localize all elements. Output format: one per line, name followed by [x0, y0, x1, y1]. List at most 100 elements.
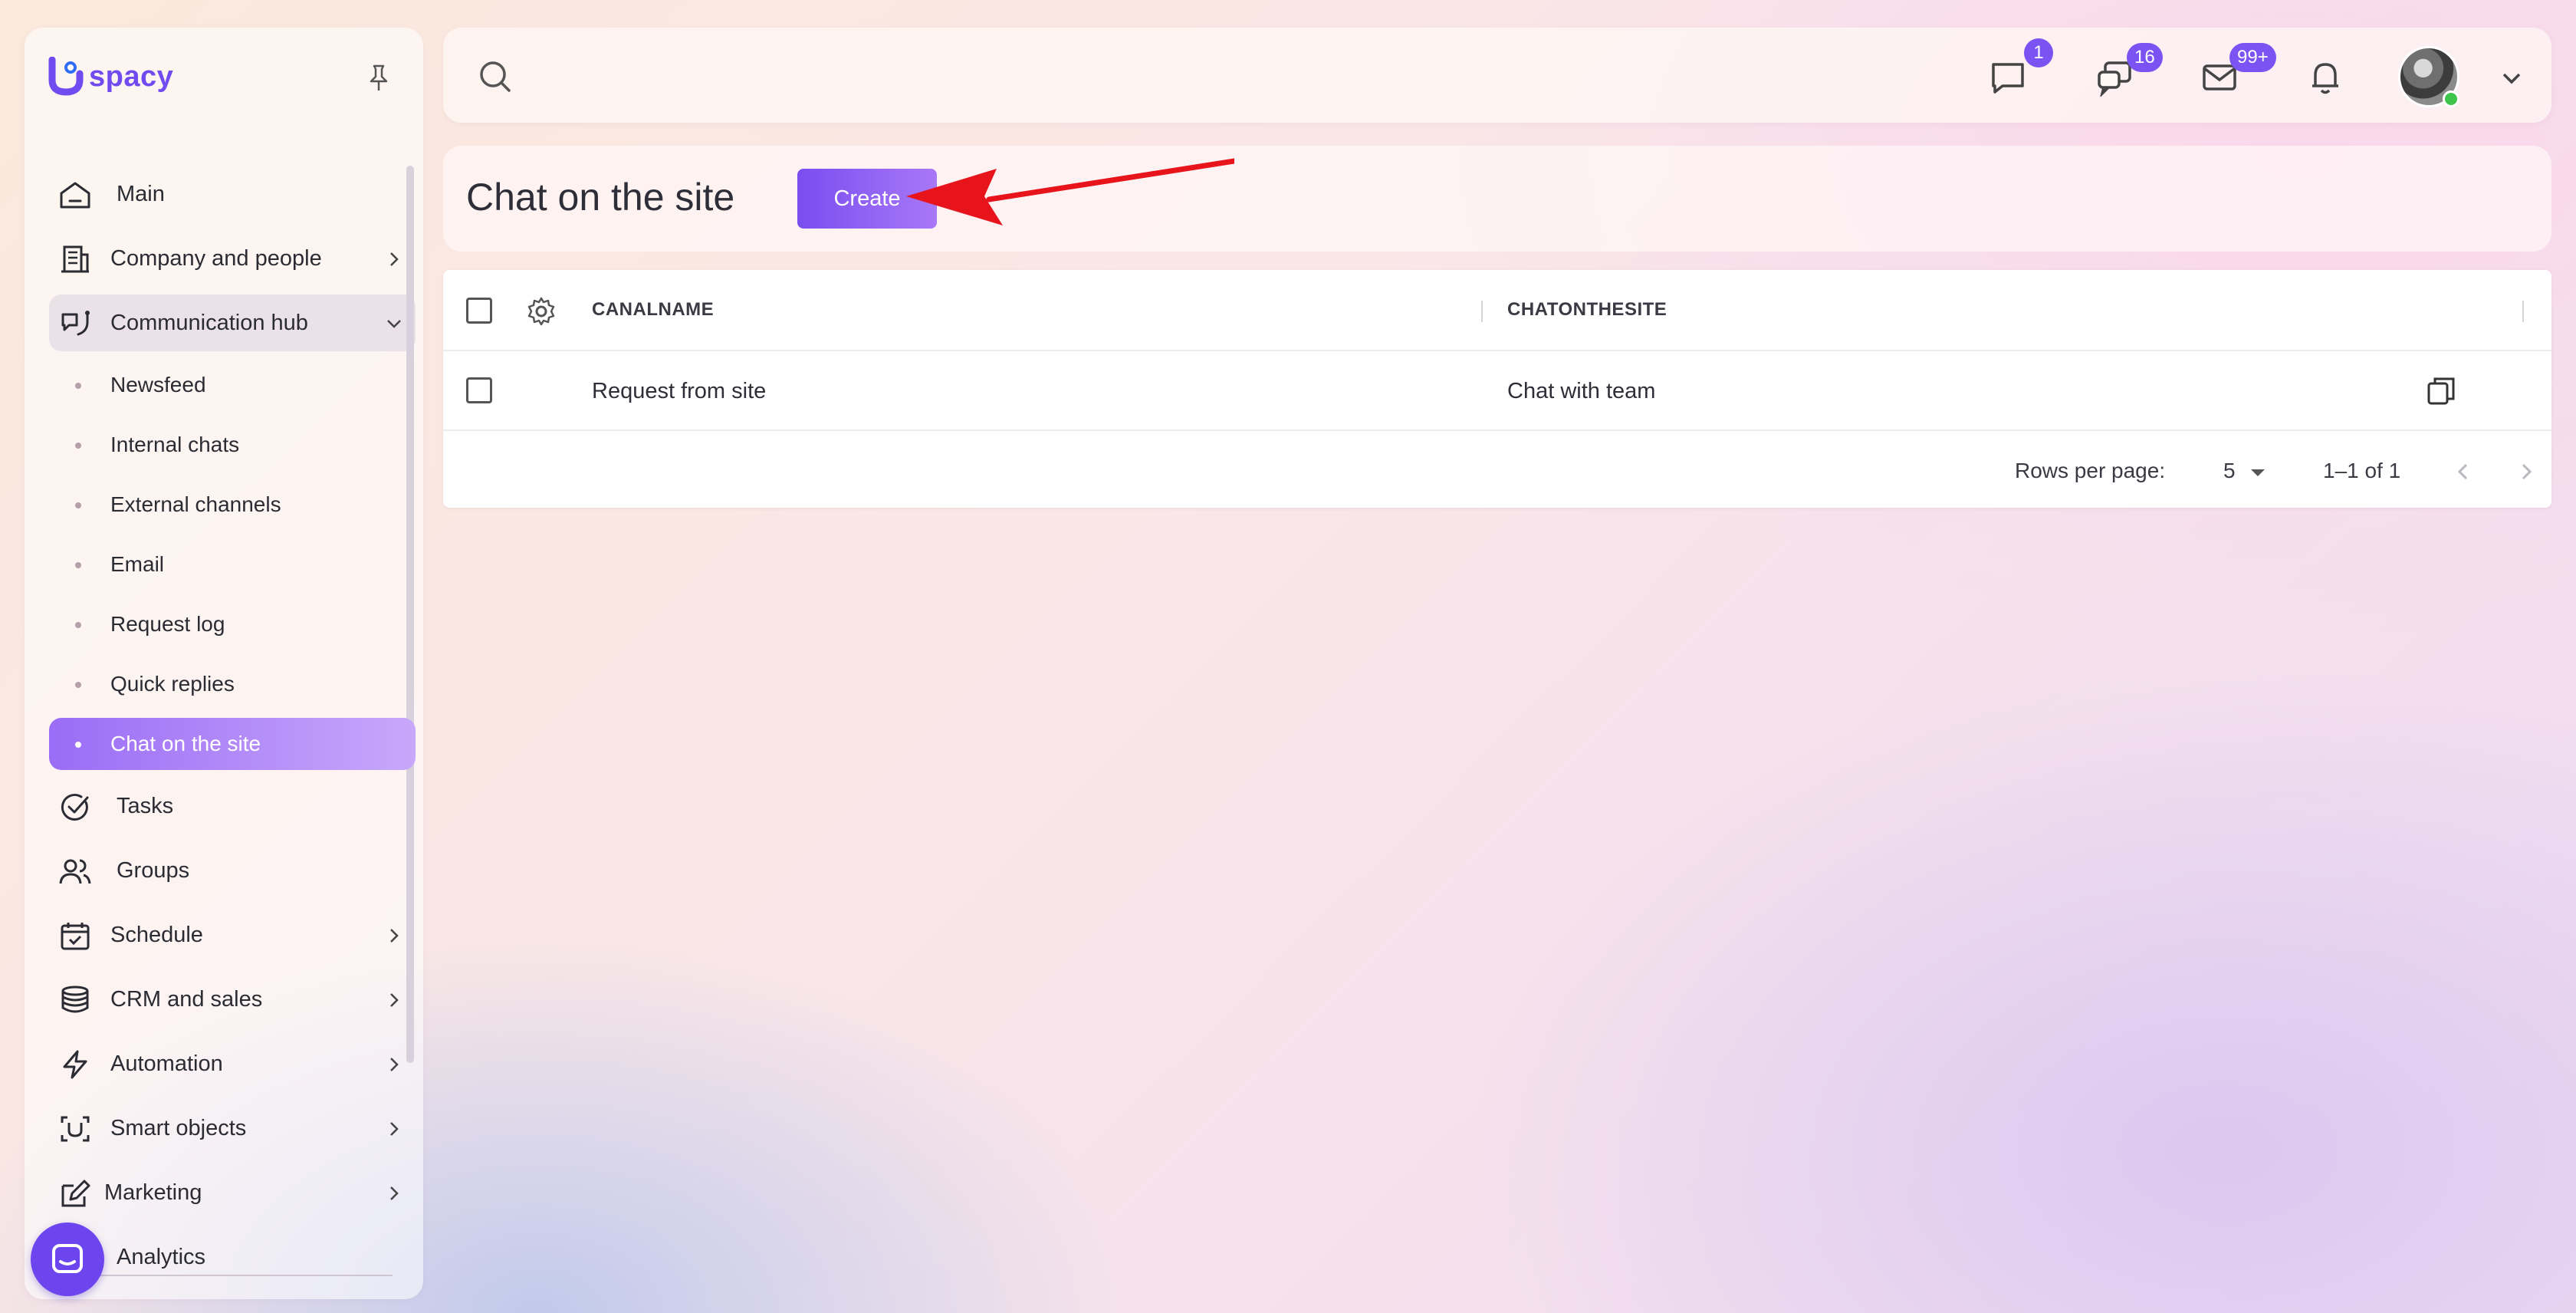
chevron-left-icon[interactable] [2452, 460, 2475, 483]
groups-icon [59, 859, 91, 884]
annotation-arrow [906, 158, 1234, 225]
data-table: CANALNAME CHATONTHESITE Request from sit… [443, 270, 2551, 508]
cell-canalname: Request from site [592, 379, 767, 403]
logo[interactable]: spacy [48, 57, 173, 97]
pagination: Rows per page: 5 1–1 of 1 [443, 431, 2551, 508]
sidebar-item-schedule[interactable]: Schedule [49, 907, 416, 963]
copy-icon[interactable] [2424, 374, 2458, 408]
database-icon [61, 986, 89, 1013]
logo-mark-icon [48, 57, 84, 96]
sidebar-item-label: Automation [110, 1051, 223, 1076]
sidebar-subitem-newsfeed[interactable]: Newsfeed [49, 359, 416, 411]
sidebar-subitem-label: Chat on the site [110, 732, 261, 755]
sidebar-item-company-and-people[interactable]: Company and people [49, 230, 416, 287]
column-header-canalname[interactable]: CANALNAME [592, 299, 714, 321]
table-header-row: CANALNAME CHATONTHESITE [443, 270, 2551, 351]
sidebar-subitem-label: External channels [110, 492, 281, 516]
sidebar-subitem-label: Internal chats [110, 433, 240, 456]
building-icon [61, 245, 89, 273]
sidebar: spacy Main Company and people Communicat… [25, 28, 423, 1299]
chat-widget-icon [52, 1244, 83, 1273]
smart-object-icon [61, 1116, 90, 1142]
bullet-dot [75, 682, 81, 688]
sidebar-item-automation[interactable]: Automation [49, 1035, 416, 1092]
chat-icon[interactable] [1989, 58, 2027, 97]
sidebar-subitem-chat-on-the-site[interactable]: Chat on the site [49, 718, 416, 770]
bullet-dot [75, 622, 81, 628]
sidebar-divider [71, 1275, 393, 1276]
sidebar-subitem-label: Quick replies [110, 672, 235, 696]
sidebar-item-label: Tasks [117, 793, 174, 818]
messages-badge: 16 [2127, 43, 2163, 72]
bell-icon[interactable] [2306, 58, 2344, 97]
bullet-dot [75, 443, 81, 449]
pagination-range: 1–1 of 1 [2323, 459, 2401, 482]
search-icon[interactable] [477, 58, 514, 95]
sidebar-subitem-internal-chats[interactable]: Internal chats [49, 419, 416, 471]
chevron-down-icon[interactable] [2498, 64, 2525, 92]
logo-row: spacy [48, 57, 400, 110]
sidebar-subitem-quick-replies[interactable]: Quick replies [49, 658, 416, 710]
sidebar-subitem-label: Email [110, 552, 165, 576]
bullet-dot [75, 742, 81, 748]
sidebar-item-smart-objects[interactable]: Smart objects [49, 1100, 416, 1157]
sidebar-subitem-email[interactable]: Email [49, 538, 416, 591]
online-status-dot [2443, 90, 2459, 107]
sidebar-item-label: CRM and sales [110, 986, 263, 1012]
logo-text: spacy [89, 60, 174, 93]
sidebar-item-label: Marketing [104, 1180, 202, 1205]
sidebar-item-crm-and-sales[interactable]: CRM and sales [49, 971, 416, 1028]
top-bar: 1 16 99+ [443, 28, 2551, 123]
chevron-down-icon [387, 320, 401, 328]
sidebar-nav: Main Company and people Communication hu… [49, 166, 416, 1293]
task-check-icon [61, 793, 89, 821]
lightning-icon [63, 1050, 87, 1079]
chat-badge: 1 [2024, 38, 2053, 67]
table-row[interactable]: Request from site Chat with team [443, 351, 2551, 431]
chevron-right-icon [390, 993, 399, 1007]
mail-badge: 99+ [2229, 43, 2276, 72]
sidebar-item-marketing[interactable]: Marketing [49, 1164, 416, 1221]
sidebar-subitem-request-log[interactable]: Request log [49, 598, 416, 650]
rows-per-page-select[interactable]: 5 [2223, 459, 2236, 483]
chevron-right-icon [390, 929, 399, 943]
sidebar-item-tasks[interactable]: Tasks [49, 778, 416, 834]
sidebar-subitem-label: Request log [110, 612, 225, 636]
bullet-dot [75, 383, 81, 389]
sidebar-item-label: Company and people [110, 245, 322, 271]
pin-icon[interactable] [363, 63, 394, 94]
page-header: Chat on the site Create [443, 146, 2551, 252]
sidebar-item-main[interactable]: Main [49, 166, 416, 222]
sidebar-item-label: Schedule [110, 922, 203, 947]
sidebar-item-label: Communication hub [110, 310, 308, 335]
caret-down-icon[interactable] [2248, 465, 2268, 480]
sidebar-subitem-external-channels[interactable]: External channels [49, 479, 416, 531]
calendar-icon [61, 923, 90, 950]
sidebar-item-label: Analytics [117, 1244, 206, 1269]
cell-chatonthesite: Chat with team [1507, 379, 1656, 403]
column-header-chatonthesite[interactable]: CHATONTHESITE [1507, 299, 1667, 321]
sidebar-item-communication-hub[interactable]: Communication hub [49, 295, 416, 351]
chevron-right-icon [390, 1058, 399, 1071]
row-checkbox[interactable] [466, 377, 492, 403]
column-resize-handle[interactable] [1481, 301, 1483, 322]
sidebar-subitem-label: Newsfeed [110, 373, 206, 397]
sidebar-item-label: Main [117, 181, 165, 206]
home-icon [60, 182, 90, 209]
communication-icon [61, 311, 90, 336]
chevron-right-icon[interactable] [2515, 460, 2538, 483]
sidebar-item-label: Groups [117, 857, 190, 883]
support-chat-button[interactable] [31, 1223, 104, 1296]
bullet-dot [75, 502, 81, 508]
sidebar-item-label: Smart objects [110, 1115, 247, 1140]
sidebar-item-groups[interactable]: Groups [49, 842, 416, 899]
chevron-right-icon [390, 1122, 399, 1136]
chevron-right-icon [390, 252, 399, 266]
column-resize-handle[interactable] [2522, 301, 2524, 322]
rows-per-page-label: Rows per page: [2015, 459, 2166, 482]
bullet-dot [75, 562, 81, 568]
page-title: Chat on the site [466, 176, 735, 219]
gear-icon[interactable] [526, 296, 557, 327]
marketing-icon [61, 1180, 90, 1207]
select-all-checkbox[interactable] [466, 298, 492, 324]
